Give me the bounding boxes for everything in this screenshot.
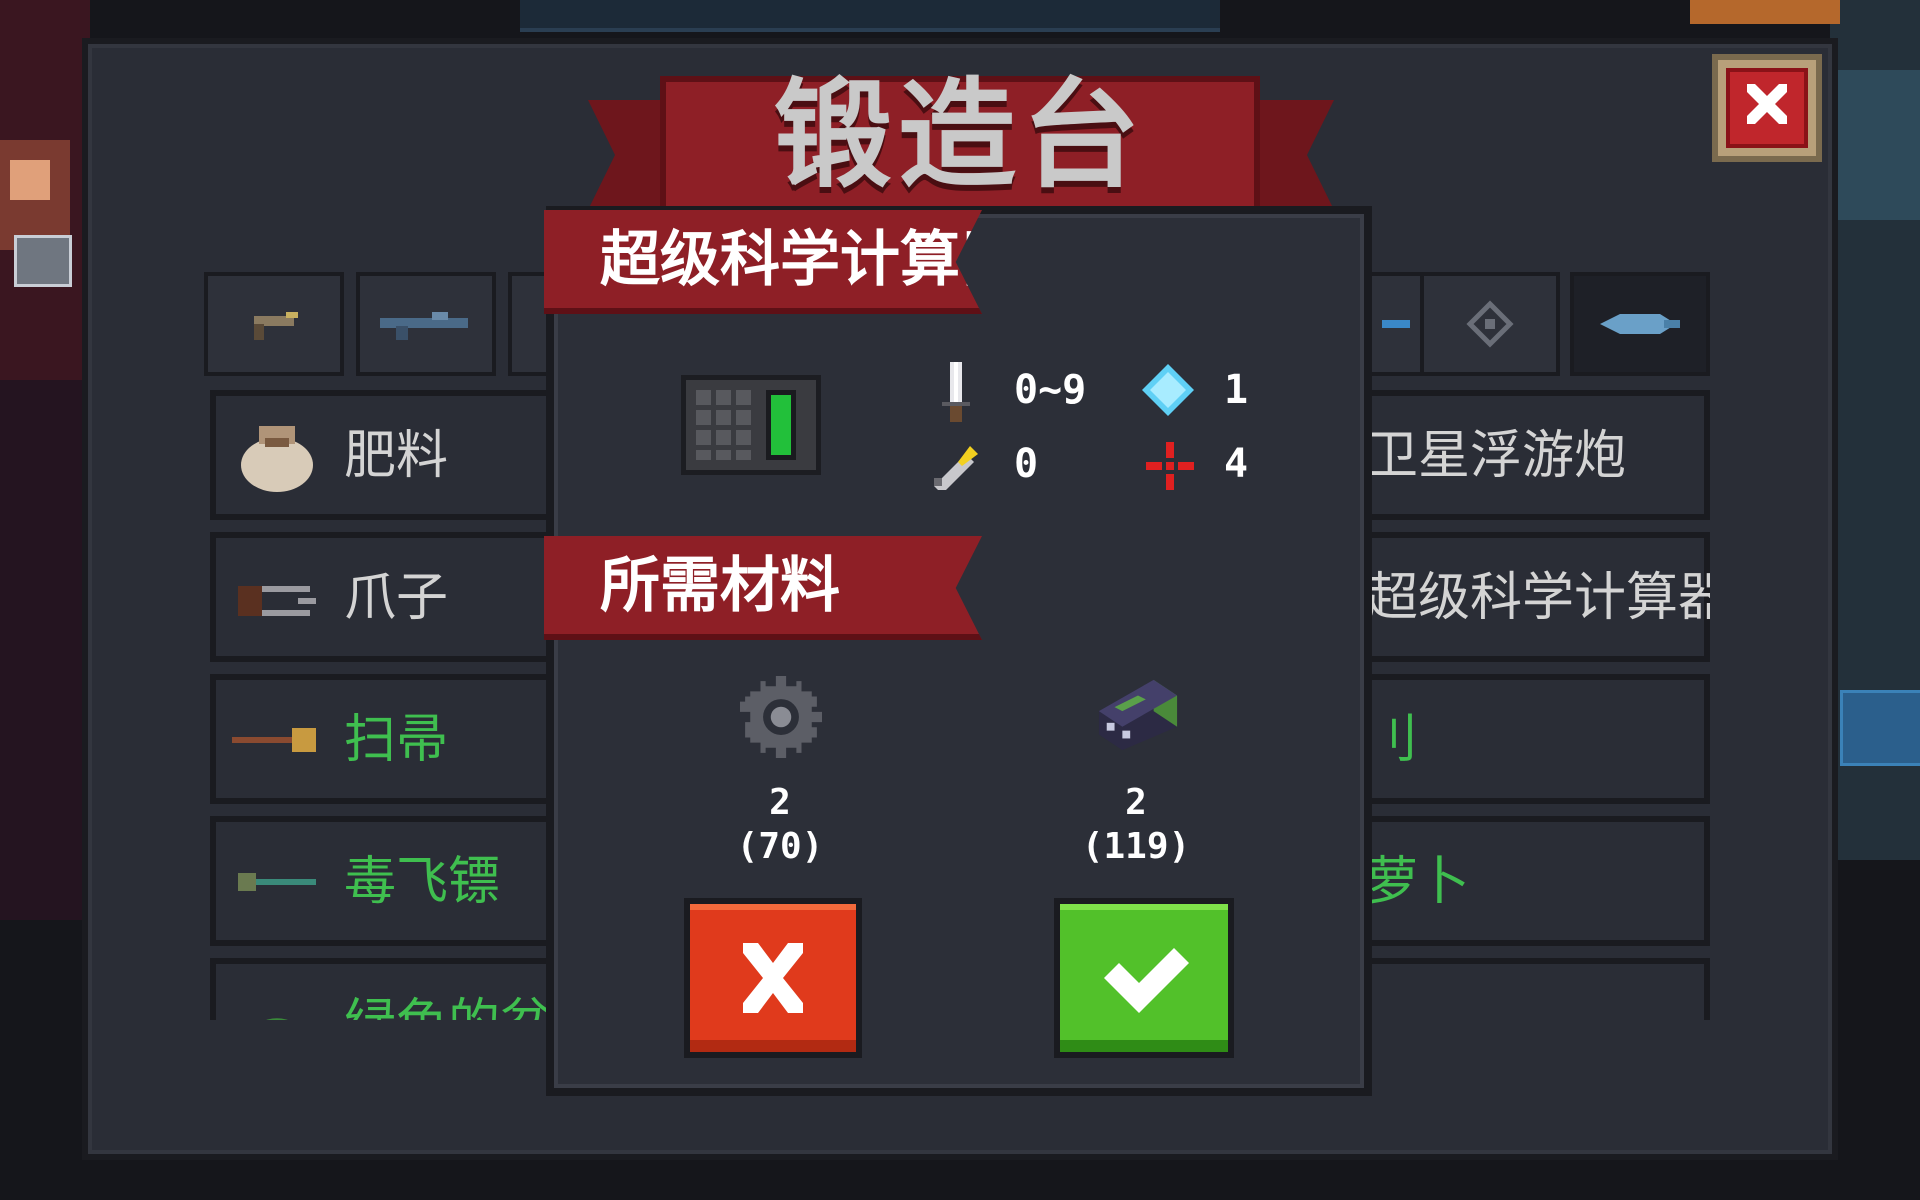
checkmark-icon (1104, 948, 1189, 1013)
item-name-right: 刂 (1366, 710, 1419, 770)
dart-icon (232, 844, 322, 920)
item-name: 肥料 (344, 426, 449, 486)
claw-icon (232, 560, 322, 636)
confirm-button[interactable] (1054, 898, 1234, 1058)
tab-pistols[interactable] (204, 272, 344, 376)
crosshair-icon (1466, 300, 1514, 348)
crit-icon (930, 442, 982, 494)
item-name-ribbon: 超级科学计算器 (544, 210, 982, 314)
material-owned: (119) (1081, 826, 1191, 867)
item-name-right: 超级科学计算器 (1366, 568, 1710, 628)
item-name-right: 萝卜 (1366, 852, 1471, 912)
background-top-right-item (1690, 0, 1840, 24)
item-name: 扫帚 (344, 710, 449, 770)
close-x-icon (1747, 84, 1787, 124)
sack-icon (232, 418, 322, 494)
damage-icon (938, 362, 974, 422)
background-top-shelf (520, 0, 1220, 32)
background-character (0, 140, 72, 287)
background-machine (1830, 70, 1920, 220)
character-face (10, 160, 50, 200)
rifle-icon (380, 312, 468, 340)
material-required: 2 (769, 782, 791, 823)
battery-part-icon (1090, 672, 1186, 758)
materials-title: 所需材料 (600, 551, 840, 621)
blaster-icon (1382, 320, 1410, 328)
calculator-icon (676, 374, 826, 476)
background-left-floor (0, 380, 90, 920)
item-name: 爪子 (344, 568, 449, 628)
computer-terminal (14, 235, 72, 287)
material-required: 2 (1125, 782, 1147, 823)
tab-accessories[interactable] (1420, 272, 1560, 376)
gear-icon (740, 676, 822, 758)
cancel-button[interactable] (684, 898, 862, 1058)
item-name-right: 卫星浮游炮 (1366, 426, 1627, 486)
item-name: 绿色的盆 (344, 992, 552, 1020)
background-right-wall (1830, 0, 1920, 860)
pistol-icon (254, 312, 298, 340)
cancel-x-icon (743, 943, 803, 1013)
material-owned: (70) (736, 826, 824, 867)
close-button[interactable] (1712, 54, 1822, 162)
materials-ribbon: 所需材料 (544, 536, 982, 640)
tab-special[interactable] (1570, 272, 1710, 376)
craft-dialog (546, 206, 1372, 1096)
background-blue-panel (1840, 690, 1920, 766)
broom-icon (232, 702, 322, 778)
energy-icon (1142, 364, 1194, 416)
energy-value: 1 (1224, 367, 1249, 413)
green-pot-icon (232, 986, 322, 1020)
damage-value: 0~9 (1014, 367, 1087, 413)
accuracy-icon (1146, 442, 1194, 490)
crit-value: 0 (1014, 441, 1039, 487)
fish-gun-icon (1600, 314, 1680, 334)
tab-rifles[interactable] (356, 272, 496, 376)
page-title: 锻造台 (773, 66, 1146, 204)
item-name: 毒飞镖 (344, 852, 501, 912)
accuracy-value: 4 (1224, 441, 1249, 487)
